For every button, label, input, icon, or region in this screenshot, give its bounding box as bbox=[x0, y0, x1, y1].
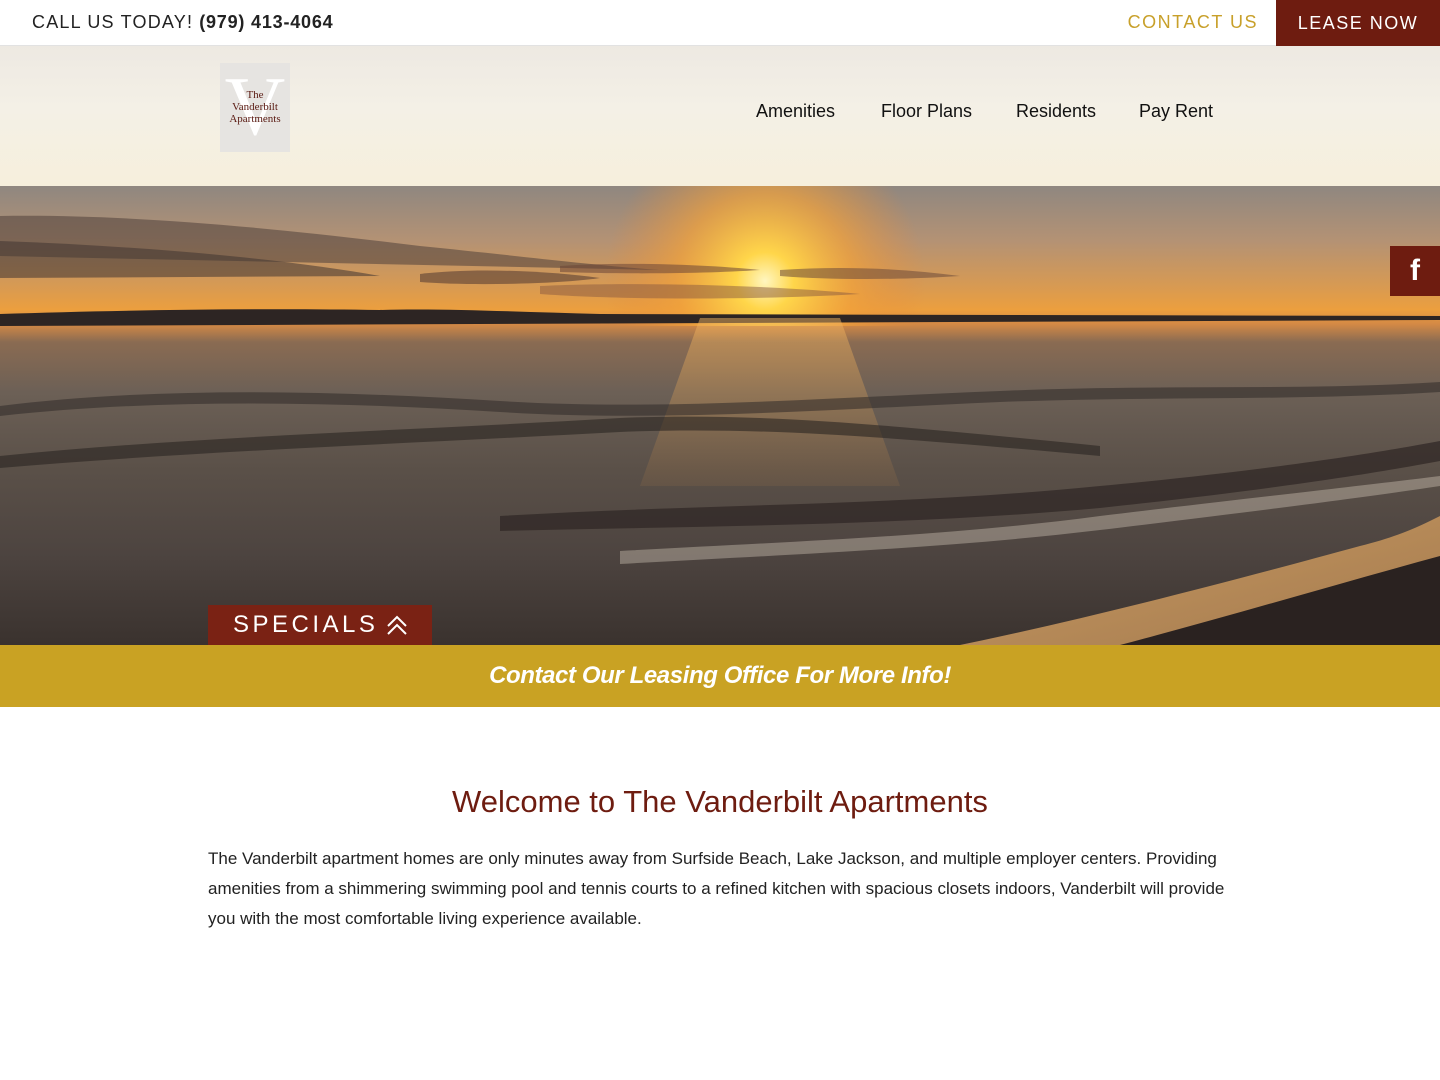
sunset-beach-illustration bbox=[0, 186, 1440, 645]
contact-us-link[interactable]: CONTACT US bbox=[1128, 0, 1258, 45]
logo[interactable]: V The Vanderbilt Apartments bbox=[220, 60, 290, 153]
call-us: CALL US TODAY! (979) 413-4064 bbox=[32, 0, 333, 45]
logo-line-2: Vanderbilt bbox=[232, 101, 278, 113]
double-chevron-up-icon bbox=[387, 615, 407, 635]
welcome-body: The Vanderbilt apartment homes are only … bbox=[208, 849, 1225, 928]
nav-pay-rent[interactable]: Pay Rent bbox=[1139, 101, 1213, 122]
lease-now-button[interactable]: LEASE NOW bbox=[1276, 0, 1440, 46]
nav-amenities[interactable]: Amenities bbox=[756, 101, 835, 122]
hero-image bbox=[0, 186, 1440, 645]
site-header: V The Vanderbilt Apartments Amenities Fl… bbox=[0, 46, 1440, 186]
facebook-icon[interactable]: f bbox=[1390, 246, 1440, 296]
promo-banner: Contact Our Leasing Office For More Info… bbox=[0, 645, 1440, 707]
nav-residents[interactable]: Residents bbox=[1016, 101, 1096, 122]
specials-label: SPECIALS bbox=[233, 611, 379, 638]
promo-text: Contact Our Leasing Office For More Info… bbox=[489, 662, 951, 689]
specials-tab[interactable]: SPECIALS bbox=[208, 605, 432, 645]
logo-line-1: The bbox=[246, 89, 264, 101]
nav-floor-plans[interactable]: Floor Plans bbox=[881, 101, 972, 122]
logo-line-3: Apartments bbox=[229, 113, 281, 125]
top-bar: CALL US TODAY! (979) 413-4064 CONTACT US … bbox=[0, 0, 1440, 46]
welcome-title: Welcome to The Vanderbilt Apartments bbox=[452, 784, 988, 819]
call-label: CALL US TODAY! bbox=[32, 12, 194, 32]
phone-number[interactable]: (979) 413-4064 bbox=[199, 12, 333, 32]
